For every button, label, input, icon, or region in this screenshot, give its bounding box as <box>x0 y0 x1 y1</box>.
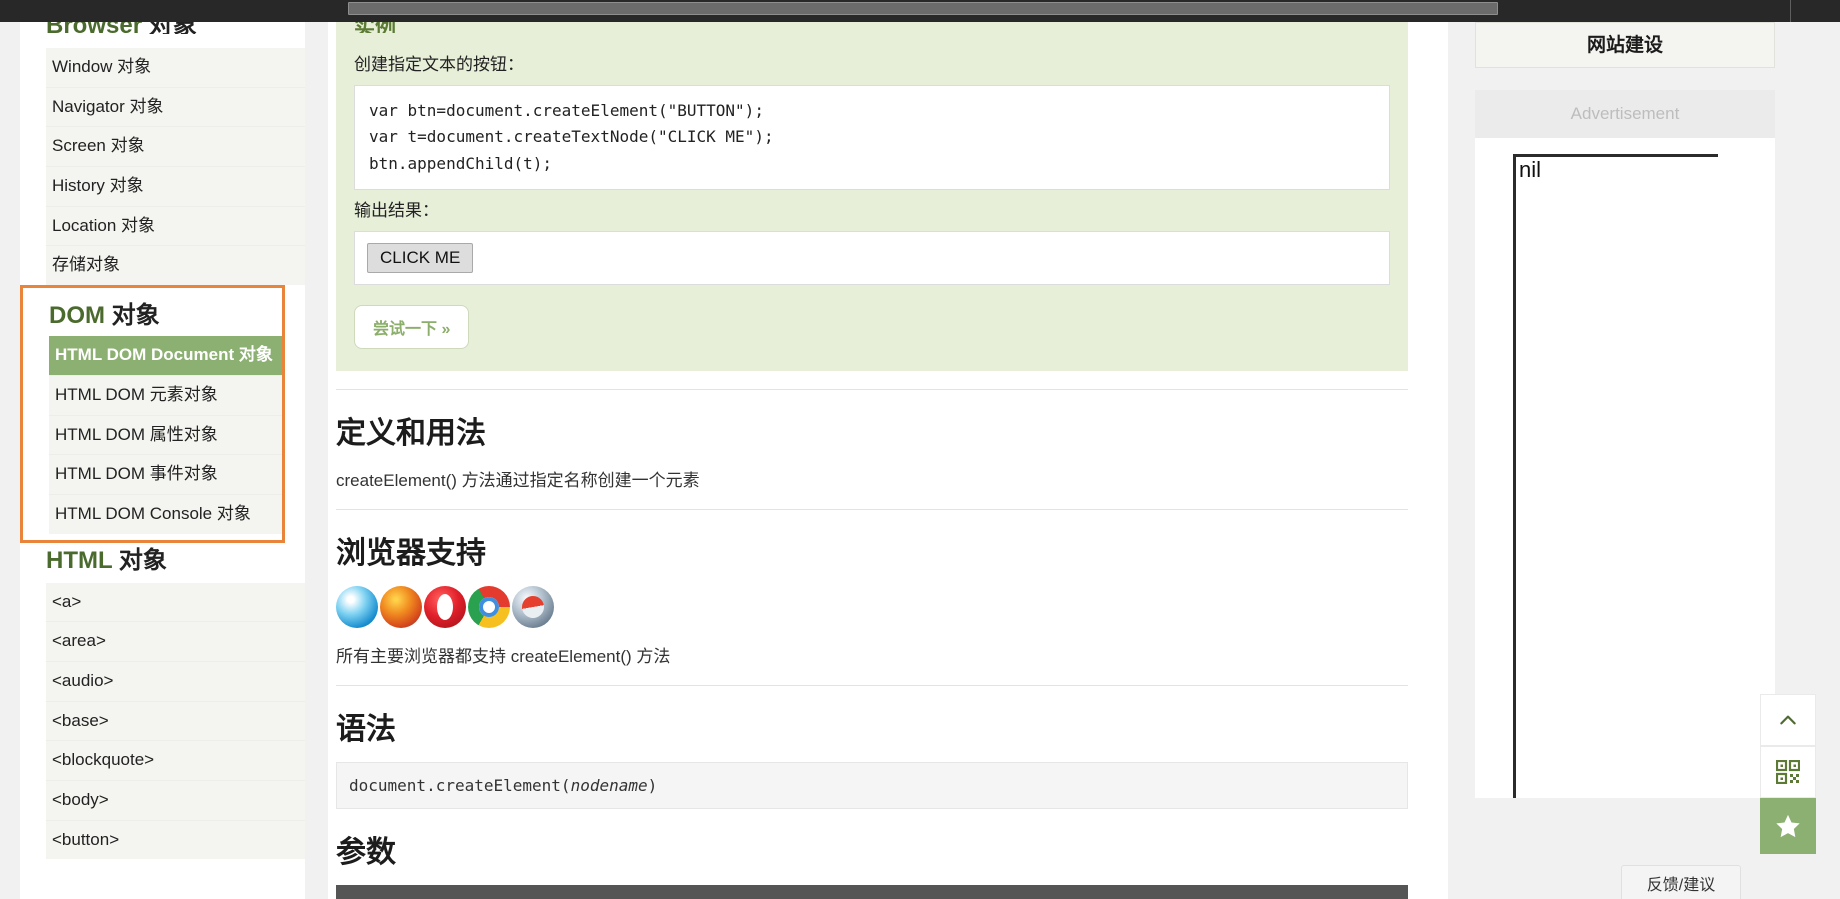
sidebar-item-tag-audio[interactable]: <audio> <box>46 662 305 702</box>
example-output-label: 输出结果： <box>354 201 439 221</box>
feedback-button[interactable]: 反馈/建议 <box>1621 865 1741 899</box>
sidebar-item-navigator[interactable]: Navigator 对象 <box>46 88 305 128</box>
sidebar-item-tag-button[interactable]: <button> <box>46 821 305 860</box>
example-output-panel: CLICK ME <box>354 231 1390 286</box>
sidebar-heading-html-cn: 对象 <box>112 546 167 574</box>
sidebar-item-html-dom-attribute[interactable]: HTML DOM 属性对象 <box>49 416 282 456</box>
syntax-code-param: nodename <box>570 776 648 796</box>
horizontal-scrollbar[interactable] <box>348 2 1498 15</box>
definition-text: createElement() 方法通过指定名称创建一个元素 <box>336 471 700 491</box>
sidebar-list-browser: Window 对象 Navigator 对象 Screen 对象 History… <box>46 48 305 286</box>
page-root: Browser 对象 Window 对象 Navigator 对象 Screen… <box>0 0 1840 899</box>
sidebar-item-tag-a[interactable]: <a> <box>46 583 305 623</box>
sidebar-item-html-dom-document[interactable]: HTML DOM Document 对象 <box>49 336 282 376</box>
syntax-code-prefix: document.createElement( <box>349 776 571 796</box>
chrome-divider <box>1790 0 1791 22</box>
firefox-icon <box>380 586 422 629</box>
browser-chrome-bar <box>0 0 1840 22</box>
main-content: 实例 创建指定文本的按钮： var btn=document.createEle… <box>328 16 1448 899</box>
table-col-type: 类型 <box>526 885 702 899</box>
right-sidebar: 网站建设 Advertisement nil <box>1475 22 1775 899</box>
table-col-param: 参数 <box>336 885 527 899</box>
sidebar-item-history[interactable]: History 对象 <box>46 167 305 207</box>
parameters-table: 参数 类型 描述 nodename String 必须。创建元素的名称。 <box>336 885 1408 899</box>
example-prompt: 创建指定文本的按钮： <box>354 55 524 74</box>
divider-after-browser-support <box>336 685 1408 687</box>
opera-icon <box>424 586 466 629</box>
divider-after-definition <box>336 509 1408 511</box>
favorite-button[interactable] <box>1760 798 1816 854</box>
sidebar-item-storage[interactable]: 存储对象 <box>46 246 305 285</box>
floating-action-buttons <box>1760 694 1816 854</box>
sidebar-item-screen[interactable]: Screen 对象 <box>46 127 305 168</box>
sidebar-item-tag-area[interactable]: <area> <box>46 622 305 662</box>
ad-placeholder-frame: nil <box>1513 154 1718 798</box>
sidebar-heading-dom-cn: 对象 <box>105 302 160 330</box>
advertisement-body[interactable]: nil <box>1475 138 1775 798</box>
sidebar-item-tag-body[interactable]: <body> <box>46 781 305 821</box>
browser-icons-row <box>336 586 1408 629</box>
sidebar-list-dom: HTML DOM Document 对象 HTML DOM 元素对象 HTML … <box>49 336 282 534</box>
example-block: 实例 创建指定文本的按钮： var btn=document.createEle… <box>336 16 1408 372</box>
sidebar-heading-dom: DOM 对象 <box>23 292 282 336</box>
advertisement-label: Advertisement <box>1475 90 1775 138</box>
sidebar-list-html: <a> <area> <audio> <base> <blockquote> <… <box>46 582 305 860</box>
browser-support-text: 所有主要浏览器都支持 createElement() 方法 <box>336 647 671 667</box>
chrome-icon <box>468 586 510 629</box>
sidebar-item-tag-base[interactable]: <base> <box>46 702 305 742</box>
definition-heading: 定义和用法 <box>336 417 486 451</box>
scroll-to-top-button[interactable] <box>1760 694 1816 746</box>
browser-support-heading: 浏览器支持 <box>336 537 486 571</box>
left-sidebar: Browser 对象 Window 对象 Navigator 对象 Screen… <box>20 14 305 899</box>
divider-after-example <box>336 389 1408 391</box>
qr-code-icon <box>1776 760 1800 784</box>
try-it-button[interactable]: 尝试一下 » <box>354 305 470 350</box>
table-col-desc: 描述 <box>701 885 1408 899</box>
ad-placeholder-text: nil <box>1519 157 1542 182</box>
sidebar-item-window[interactable]: Window 对象 <box>46 48 305 88</box>
click-me-button[interactable]: CLICK ME <box>367 243 474 274</box>
chevron-up-icon <box>1780 715 1796 725</box>
sidebar-item-html-dom-event[interactable]: HTML DOM 事件对象 <box>49 455 282 495</box>
syntax-heading: 语法 <box>336 713 396 747</box>
syntax-code: document.createElement(nodename) <box>336 762 1408 810</box>
sidebar-item-tag-blockquote[interactable]: <blockquote> <box>46 741 305 781</box>
sidebar-item-html-dom-console[interactable]: HTML DOM Console 对象 <box>49 495 282 534</box>
internet-explorer-icon <box>336 586 378 629</box>
website-building-box[interactable]: 网站建设 <box>1475 22 1775 68</box>
example-code: var btn=document.createElement("BUTTON")… <box>354 85 1390 191</box>
sidebar-heading-html-en: HTML <box>46 546 113 574</box>
sidebar-heading-html: HTML 对象 <box>20 543 305 583</box>
table-header-row: 参数 类型 描述 <box>336 885 1408 899</box>
star-icon <box>1776 814 1800 838</box>
safari-icon <box>512 586 554 629</box>
sidebar-item-html-dom-element[interactable]: HTML DOM 元素对象 <box>49 376 282 416</box>
dom-section-highlight-box: DOM 对象 HTML DOM Document 对象 HTML DOM 元素对… <box>20 285 285 543</box>
syntax-code-suffix: ) <box>647 776 658 796</box>
parameters-heading: 参数 <box>336 836 396 870</box>
sidebar-item-location[interactable]: Location 对象 <box>46 207 305 247</box>
sidebar-heading-dom-en: DOM <box>49 302 105 330</box>
qr-code-button[interactable] <box>1760 746 1816 798</box>
advertisement-wrap: Advertisement nil <box>1475 90 1775 798</box>
